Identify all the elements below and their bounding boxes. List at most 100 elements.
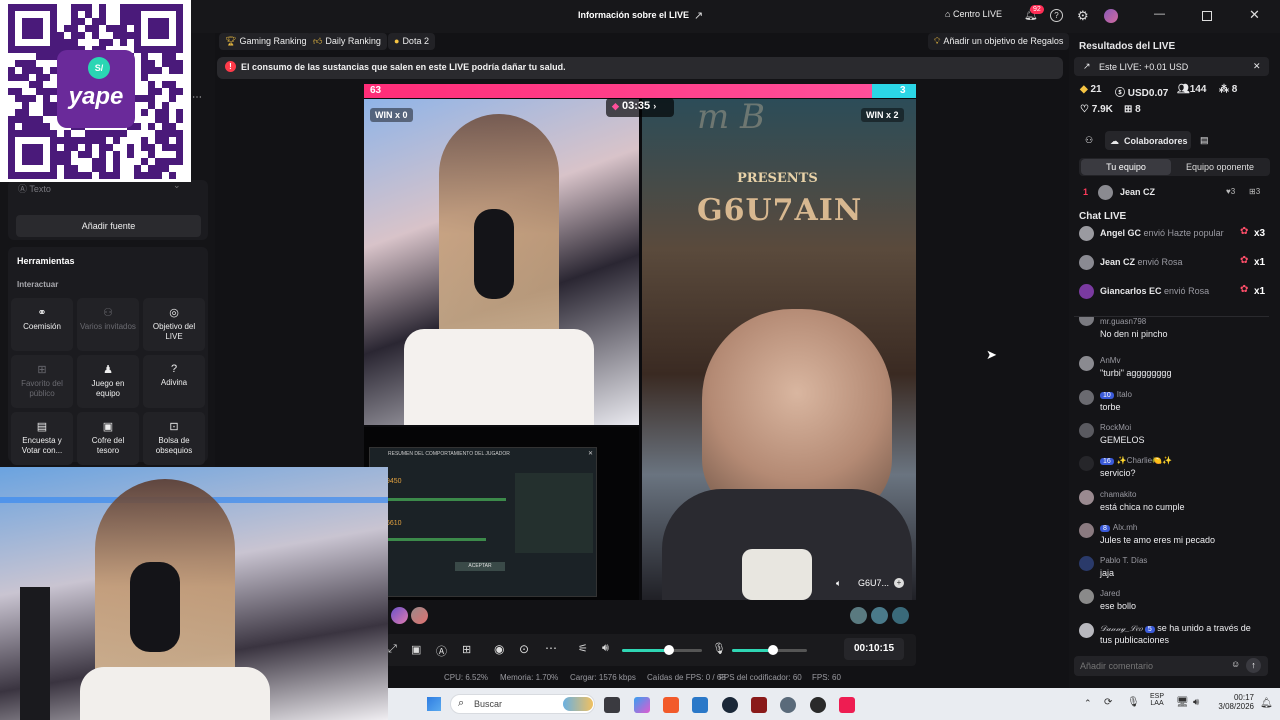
- search-label: Buscar: [474, 699, 503, 709]
- chat-message: 8 Alx.mh Jules te amo eres mi pecado: [1074, 517, 1270, 549]
- share-icon[interactable]: ↗: [694, 9, 703, 22]
- opponent-name[interactable]: G6U7...: [858, 578, 889, 588]
- qr-module: [71, 39, 78, 46]
- list-icon[interactable]: ▤: [1200, 135, 1209, 146]
- more-icon[interactable]: ⋯: [545, 641, 557, 655]
- lightbulb-icon: 💡︎: [934, 36, 941, 46]
- avatar[interactable]: [1104, 9, 1118, 23]
- tab-opponent-team[interactable]: Equipo oponente: [1172, 159, 1268, 175]
- clock[interactable]: 00:17 3/08/2026: [1212, 693, 1254, 711]
- microphone-icon[interactable]: 🎙︎: [712, 642, 726, 655]
- add-media-icon[interactable]: ⊞: [462, 643, 471, 656]
- right-streamer-video: m B PRESENTS G6U7AIN: [642, 97, 916, 600]
- invite-icon[interactable]: ⚇: [1085, 135, 1093, 146]
- supporter-avatar[interactable]: [871, 607, 888, 624]
- supporter-avatar[interactable]: [391, 607, 408, 624]
- chevron-up-icon[interactable]: ⌃: [1084, 698, 1092, 709]
- store-icon[interactable]: [692, 697, 708, 713]
- task-view-icon[interactable]: [604, 697, 620, 713]
- settings-gear-icon[interactable]: [780, 697, 796, 713]
- ai-icon[interactable]: Ⓐ: [436, 643, 447, 659]
- centro-live-button[interactable]: ⌂ Centro LIVE: [945, 9, 1002, 19]
- copilot-icon[interactable]: [634, 697, 650, 713]
- windows-start-icon[interactable]: [427, 697, 441, 711]
- language-indicator[interactable]: ESP LAA: [1150, 693, 1164, 707]
- more-icon[interactable]: ⋯: [192, 92, 202, 103]
- add-gift-goal-button[interactable]: 💡︎ Añadir un objetivo de Regalos: [928, 33, 1070, 50]
- source-item-text[interactable]: Ⓐ Texto: [18, 182, 51, 195]
- qr-module: [106, 172, 113, 179]
- tag-gaming-ranking[interactable]: 🏆︎ Gaming Ranking: [219, 33, 313, 50]
- collaborators-label: Colaboradores: [1124, 136, 1188, 146]
- tool-chest[interactable]: ▣ Cofre del tesoro: [77, 412, 139, 465]
- streamer-face: [702, 309, 892, 519]
- close-icon[interactable]: ✕: [1253, 61, 1261, 72]
- volume-icon[interactable]: 🔊︎: [1193, 697, 1199, 708]
- game-accept-button[interactable]: ACEPTAR: [455, 562, 505, 571]
- volume-slider-thumb[interactable]: [664, 645, 674, 655]
- effects-icon[interactable]: ⤢: [388, 643, 397, 656]
- tool-bag[interactable]: ⊡ Bolsa de obsequios: [143, 412, 205, 465]
- chevron-right-icon[interactable]: ›: [653, 101, 656, 111]
- tool-gift[interactable]: ⊞ Favorito del público: [11, 355, 73, 408]
- qr-module: [155, 88, 162, 95]
- tools-title: Herramientas: [17, 256, 75, 266]
- supporter-avatar[interactable]: [411, 607, 428, 624]
- tag-dota[interactable]: ● Dota 2: [388, 33, 435, 50]
- can: [742, 549, 812, 600]
- qr-module: [43, 74, 50, 81]
- network-icon[interactable]: 🖥︎: [1176, 697, 1189, 708]
- capture-icon[interactable]: ⊙: [519, 642, 529, 656]
- mic-slider-thumb[interactable]: [768, 645, 778, 655]
- help-icon[interactable]: ?: [1050, 9, 1063, 22]
- language-code: ESP: [1150, 693, 1165, 700]
- obs-icon[interactable]: [810, 697, 826, 713]
- maximize-icon[interactable]: [1202, 11, 1212, 21]
- interact-title: Interactuar: [17, 280, 59, 289]
- tool-group[interactable]: ⚇ Varios invitados: [77, 298, 139, 351]
- tool-link[interactable]: ⚭ Coemisión: [11, 298, 73, 351]
- chat-username-row: chamakito: [1100, 490, 1136, 499]
- tag-daily-ranking[interactable]: 👍︎ Daily Ranking: [307, 33, 387, 50]
- brave-icon[interactable]: [663, 697, 679, 713]
- tool-team[interactable]: ♟ Juego en equipo: [77, 355, 139, 408]
- emoji-icon[interactable]: ☺: [1231, 659, 1240, 669]
- gift-goal-label: Añadir un objetivo de Regalos: [943, 36, 1064, 46]
- supporter-avatar[interactable]: [892, 607, 909, 624]
- trend-icon: ↗: [1083, 61, 1091, 71]
- layout-icon[interactable]: ▣: [411, 643, 421, 656]
- tiktok-live-icon[interactable]: [839, 697, 855, 713]
- qr-module: [50, 53, 57, 60]
- add-icon[interactable]: +: [894, 578, 904, 588]
- mute-icon[interactable]: 🔈︎: [836, 578, 841, 589]
- qr-module: [155, 109, 162, 116]
- steam-icon[interactable]: [722, 697, 738, 713]
- supporter-avatar[interactable]: [850, 607, 867, 624]
- sync-icon[interactable]: ⟳: [1104, 697, 1112, 708]
- add-source-button[interactable]: Añadir fuente: [16, 215, 201, 237]
- record-icon[interactable]: ◉: [494, 642, 504, 656]
- volume-icon[interactable]: 🔊︎: [602, 642, 609, 655]
- battle-icon: ◆: [612, 101, 619, 111]
- tool-question[interactable]: ? Adivina: [143, 355, 205, 408]
- mic-tray-icon[interactable]: 🎙︎: [1127, 697, 1140, 708]
- minimize-icon[interactable]: —: [1154, 8, 1165, 20]
- settings-gear-icon[interactable]: ⚙: [1077, 8, 1089, 24]
- add-user-icon: ⁂: [1219, 84, 1229, 95]
- tool-target[interactable]: ◎ Objetivo del LIVE: [143, 298, 205, 351]
- tool-poll[interactable]: ▤ Encuesta y Votar con...: [11, 412, 73, 465]
- qr-module: [141, 172, 148, 179]
- game-screen: RESUMEN DEL COMPORTAMIENTO DEL JUGADOR ✕…: [364, 427, 639, 600]
- avatar: [1079, 456, 1094, 472]
- fps-stat: FPS: 60: [812, 673, 841, 682]
- close-icon[interactable]: ✕: [1249, 7, 1260, 23]
- send-icon[interactable]: ↑: [1246, 658, 1261, 673]
- comment-input[interactable]: [1080, 659, 1220, 673]
- dota-icon[interactable]: [751, 697, 767, 713]
- tab-my-team[interactable]: Tu equipo: [1081, 159, 1171, 175]
- bell-icon[interactable]: 🔔︎: [1260, 698, 1273, 709]
- mixer-icon[interactable]: ⚟: [578, 642, 588, 655]
- qr-module: [169, 144, 176, 151]
- close-icon[interactable]: ✕: [588, 450, 593, 457]
- volume-slider[interactable]: [622, 649, 702, 652]
